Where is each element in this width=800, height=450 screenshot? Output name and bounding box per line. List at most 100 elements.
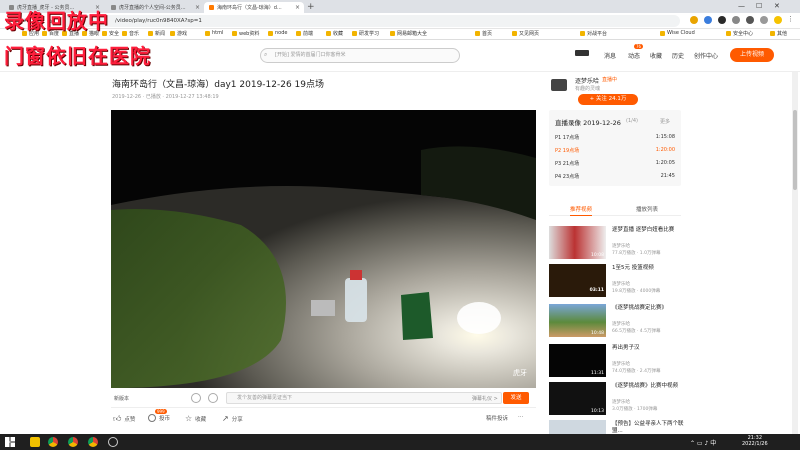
bookmark[interactable]: 收藏	[326, 30, 343, 37]
danmu-etiquette-link[interactable]: 弹幕礼仪 >	[472, 395, 498, 402]
chrome-icon[interactable]	[68, 437, 78, 447]
recommended-video-card[interactable]: 【预告】公益寻亲人下两个联盟...	[549, 420, 684, 434]
bookmark-label: 音乐	[129, 31, 140, 37]
notification-badge: 76	[634, 44, 644, 49]
video-frame: 虎牙	[111, 110, 536, 388]
playlist-item[interactable]: P4 23点场 21:45	[555, 173, 675, 180]
tab-playlist[interactable]: 播放列表	[636, 205, 658, 213]
bookmark[interactable]: 安全中心	[726, 30, 753, 37]
recommended-video-card[interactable]: 10:48 《逐梦挑战赛定比赛》 逐梦乐哈 66.5万播放 · 4.5万弹幕	[549, 304, 684, 340]
browser-tab[interactable]: 虎牙直播的个人空间-公务员... ×	[106, 2, 204, 13]
close-icon[interactable]: ×	[195, 4, 200, 11]
extension-icon[interactable]	[704, 16, 712, 24]
playlist-more-link[interactable]: 更多	[660, 118, 670, 125]
bookmark[interactable]: 游戏	[170, 30, 187, 37]
playlist-item[interactable]: P1 17点场 1:15:08	[555, 134, 675, 141]
bookmark[interactable]: 音乐	[122, 30, 139, 37]
file-explorer-icon[interactable]	[30, 437, 40, 447]
playlist-item-duration: 1:20:05	[655, 160, 675, 166]
extension-icon[interactable]	[718, 16, 726, 24]
video-title: 海南环岛行（文昌-琼海）day1 2019-12-26 19点场	[112, 80, 325, 90]
thumb-up-icon: 👍︎	[113, 414, 122, 423]
video-card-author: 逐梦乐哈	[612, 282, 630, 287]
recommended-video-card[interactable]: 11:31 再出男子汉 逐梦乐哈 74.0万播放 · 2.4万弹幕	[549, 344, 684, 380]
recommended-video-card[interactable]: 10:13 《逐梦挑战赛》比赛中视频 逐梦乐哈 3.0万播放 · 1700弹幕	[549, 382, 684, 418]
address-bar[interactable]: /video/play/ruc0n9840XA?sp=1	[60, 15, 680, 27]
follow-button[interactable]: + 关注 24.1万	[578, 94, 638, 105]
playlist-item-duration: 1:20:00	[655, 147, 675, 153]
bookmark[interactable]: Wise Cloud	[660, 30, 695, 36]
video-card-author: 逐梦乐哈	[612, 362, 630, 367]
video-duration: 10:08	[591, 253, 604, 258]
nav-activity[interactable]: 动态	[628, 51, 640, 60]
coin-label: 投币	[159, 416, 171, 422]
nav-creator-center[interactable]: 创作中心	[694, 51, 718, 60]
bookmark[interactable]: 前端	[296, 30, 313, 37]
browser-tab-active[interactable]: 海南环岛行（文昌-琼海）d... ×	[204, 2, 304, 13]
search-icon[interactable]: ⌕	[264, 51, 267, 59]
bookmark[interactable]: 对战平台	[580, 30, 607, 37]
close-icon[interactable]: ×	[295, 4, 300, 11]
search-input[interactable]: [开始] 爱情的首届门口你客骨米	[260, 48, 460, 63]
video-thumbnail: 10:13	[549, 382, 606, 415]
bookmark-label: html	[212, 30, 224, 36]
nav-history[interactable]: 历史	[672, 51, 684, 60]
share-button[interactable]: ↗ 分享	[222, 414, 243, 423]
favorite-button[interactable]: ☆ 收藏	[185, 414, 206, 423]
taskbar-clock[interactable]: 21:32 2022/1/26	[742, 435, 768, 447]
uploader-name[interactable]: 逐梦乐哈	[575, 76, 599, 85]
bookmark-label: node	[275, 30, 288, 36]
recommended-video-card[interactable]: 10:08 逐梦直播 逐梦白妞看比赛 逐梦乐哈 77.8万播放 · 1.0万弹幕	[549, 226, 684, 262]
maximize-icon[interactable]: ☐	[756, 2, 762, 10]
nav-favorites[interactable]: 收藏	[650, 51, 662, 60]
extension-icon[interactable]	[690, 16, 698, 24]
bookmark[interactable]: 新闻	[148, 30, 165, 37]
playlist-item[interactable]: P3 21点场 1:20:05	[555, 160, 675, 167]
nav-messages[interactable]: 消息	[604, 51, 616, 60]
bookmark[interactable]: 其他	[770, 30, 787, 37]
danmu-settings-icon[interactable]	[208, 393, 218, 403]
recommended-video-card[interactable]: 03:11 1至5元 投篮视频 逐梦乐哈 19.8万播放 · 4000弹幕	[549, 264, 684, 300]
minimize-icon[interactable]: —	[738, 2, 745, 10]
chrome-icon[interactable]	[48, 437, 58, 447]
bookmark[interactable]: web资料	[232, 30, 259, 37]
send-danmu-button[interactable]: 发送	[503, 392, 529, 404]
chrome-icon[interactable]	[88, 437, 98, 447]
playlist-item-active[interactable]: P2 19点场 1:20:00	[555, 147, 675, 154]
like-label: 点赞	[124, 417, 136, 423]
video-thumbnail: 10:08	[549, 226, 606, 259]
playlist-item-name: P2 19点场	[555, 148, 580, 154]
video-thumbnail	[549, 420, 606, 434]
profile-avatar[interactable]	[774, 16, 782, 24]
coin-button[interactable]: 投币	[148, 414, 170, 422]
close-window-icon[interactable]: ✕	[774, 2, 780, 10]
extension-icon[interactable]	[760, 16, 768, 24]
video-player[interactable]: 虎牙	[111, 110, 536, 388]
scrollbar-thumb[interactable]	[793, 110, 797, 190]
taskbar-app-icon[interactable]	[108, 437, 118, 447]
extension-icon[interactable]	[732, 16, 740, 24]
logo-icon[interactable]	[575, 50, 589, 56]
like-button[interactable]: 👍︎ 点赞	[113, 414, 135, 424]
new-tab-icon[interactable]: +	[307, 2, 315, 12]
tray-icons[interactable]: ⌃ ▭ ♪ 中	[690, 438, 716, 447]
video-card-stats: 66.5万播放 · 4.5万弹幕	[612, 329, 661, 334]
bookmark[interactable]: node	[268, 30, 287, 36]
bookmark[interactable]: 又见网页	[512, 30, 539, 37]
tab-recommend[interactable]: 推荐视频	[570, 205, 593, 216]
playlist-item-duration: 21:45	[660, 173, 675, 179]
menu-icon[interactable]: ⋮	[787, 15, 794, 23]
uploader-avatar[interactable]	[551, 79, 567, 91]
more-icon[interactable]: ⋯	[518, 414, 524, 420]
report-label: 稿件投诉	[486, 416, 509, 422]
bookmark[interactable]: 研发学习	[352, 30, 379, 37]
bookmark[interactable]: 网易邮箱大全	[390, 30, 427, 37]
extension-icon[interactable]	[746, 16, 754, 24]
bookmark[interactable]: html	[205, 30, 223, 36]
report-link[interactable]: 稿件投诉	[486, 414, 508, 422]
upload-video-button[interactable]: 上传视频	[730, 48, 774, 62]
danmu-toggle-icon[interactable]	[191, 393, 201, 403]
danmu-input[interactable]: 发个友善的弹幕见证当下	[226, 392, 502, 404]
bookmark[interactable]: 首页	[475, 30, 492, 37]
version-label: 新版本	[114, 396, 130, 402]
